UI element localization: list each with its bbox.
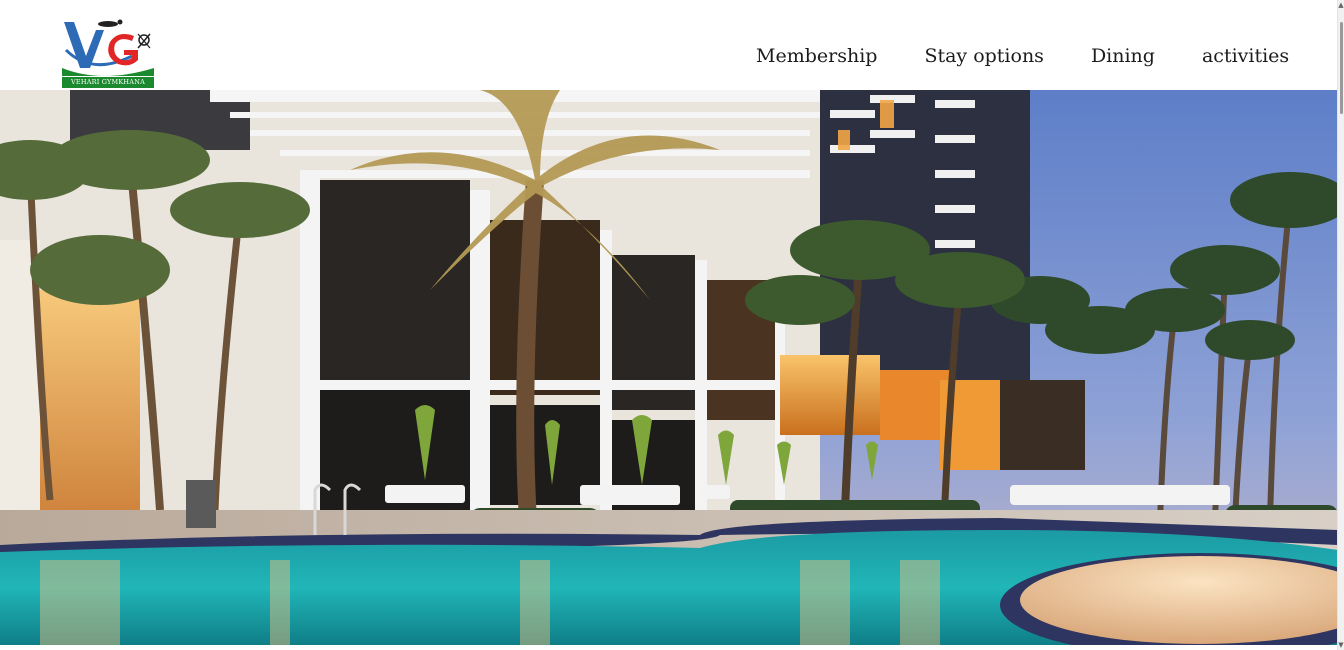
- main-nav: Membership Stay options Dining activitie…: [756, 45, 1289, 67]
- nav-item-stay-options[interactable]: Stay options: [924, 45, 1044, 67]
- site-logo[interactable]: VEHARI GYMKHANA: [62, 16, 154, 90]
- hero-resort-pool-image: [0, 90, 1338, 645]
- scrollbar-thumb[interactable]: [1340, 22, 1343, 114]
- nav-item-membership[interactable]: Membership: [756, 45, 877, 67]
- nav-item-dining[interactable]: Dining: [1091, 45, 1155, 67]
- vertical-scrollbar[interactable]: ▲ ▼: [1337, 0, 1344, 650]
- hero-banner: [0, 90, 1338, 645]
- site-header: VEHARI GYMKHANA Membership Stay options …: [0, 0, 1338, 90]
- scroll-up-arrow-icon[interactable]: ▲: [1338, 0, 1344, 10]
- logo-wordmark: VEHARI GYMKHANA: [62, 77, 154, 88]
- scroll-down-arrow-icon[interactable]: ▼: [1338, 640, 1344, 650]
- page: VEHARI GYMKHANA Membership Stay options …: [0, 0, 1344, 650]
- nav-item-activities[interactable]: activities: [1202, 45, 1289, 67]
